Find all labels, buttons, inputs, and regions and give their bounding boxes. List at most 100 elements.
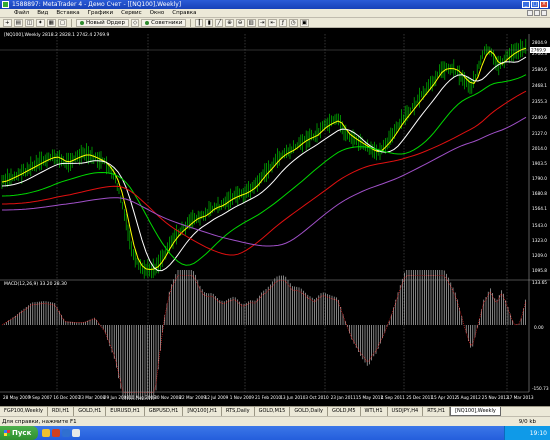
opera-icon[interactable]	[52, 429, 60, 437]
advisors-button[interactable]: Советники	[141, 18, 187, 27]
close-button[interactable]: ×	[540, 1, 548, 8]
autoscroll-button[interactable]: ⇥	[257, 18, 267, 27]
zoom-out-button[interactable]: ⊖	[235, 18, 245, 27]
chart-tab[interactable]: GOLD,M5	[328, 407, 361, 416]
chart-tab[interactable]: RTS,H1	[423, 407, 451, 416]
price-label: 2240.6	[532, 115, 547, 121]
price-label: 1209.0	[532, 253, 547, 259]
chart-tab[interactable]: [NQ100],Weekly	[450, 407, 501, 416]
chart-tab[interactable]: [NQ100],H1	[183, 407, 222, 416]
start-label: Пуск	[12, 429, 32, 437]
price-label: 2355.3	[532, 99, 547, 105]
new-order-label: Новый Ордер	[86, 19, 125, 26]
price-label: 2468.1	[532, 83, 547, 89]
status-bar: Для справки, нажмите F1 9/0 kb	[0, 416, 550, 426]
mdi-close-button[interactable]	[541, 10, 547, 16]
date-label: 17 Mar 2013	[507, 395, 534, 400]
mdi-minimize-button[interactable]	[527, 10, 533, 16]
chart-tabs: FGP100,Weekly RDI,H1 GOLD,H1 EURUSD,H1 GBPUS…	[0, 406, 550, 416]
chart-tab[interactable]: GOLD,M15	[255, 407, 291, 416]
chart-tab[interactable]: GOLD,Daily	[290, 407, 328, 416]
taskbar: Пуск 19:10	[0, 426, 550, 440]
status-help-text: Для справки, нажмите F1	[2, 419, 77, 425]
date-label: 15 May 2011	[356, 395, 384, 400]
date-label: 16 Dec 2007	[53, 395, 80, 400]
mdi-controls	[527, 10, 547, 16]
maximize-button[interactable]: □	[531, 1, 539, 8]
date-label: 22 Mar 2009	[179, 395, 206, 400]
app-icon	[2, 1, 9, 8]
date-label: 15 Apr 2012	[431, 395, 457, 400]
menu-insert[interactable]: Вставка	[56, 10, 79, 16]
start-button[interactable]: Пуск	[0, 426, 38, 440]
date-label: 25 Dec 2011	[406, 395, 433, 400]
toolbar-separator	[190, 18, 192, 27]
macd-label-zero: 0.00	[534, 325, 544, 331]
chart-window[interactable]: [NQ100],Weekly 2818.2 2828.1 2742.4 2769…	[0, 28, 550, 406]
chart-tab[interactable]: FGP100,Weekly	[0, 407, 48, 416]
folder-icon[interactable]	[42, 429, 50, 437]
chart-tab[interactable]: WTI,H1	[361, 407, 388, 416]
chart-shift-button[interactable]: ⇤	[268, 18, 277, 27]
menu-charts[interactable]: Графики	[88, 10, 113, 16]
menu-bar: Файл Вид Вставка Графики Сервис Окно Спр…	[0, 9, 550, 18]
price-label: 2014.0	[532, 146, 547, 152]
new-order-icon	[80, 20, 85, 25]
chart-tab[interactable]: GBPUSD,H1	[145, 407, 184, 416]
metatrader-icon[interactable]	[72, 429, 80, 437]
price-label: 1095.8	[532, 268, 547, 274]
chart-tab[interactable]: USDJPY,H4	[388, 407, 424, 416]
periods-button[interactable]: ◷	[288, 18, 298, 27]
date-label: 12 Jul 2009	[205, 395, 229, 400]
price-label: 1903.5	[532, 161, 547, 167]
date-label: 25 Nov 2012	[482, 395, 509, 400]
chart-tab[interactable]: EURUSD,H1	[106, 407, 145, 416]
date-label: 21 Feb 2010	[255, 395, 281, 400]
date-label: 28 May 2007	[3, 395, 31, 400]
quick-launch	[42, 429, 80, 437]
profiles-button[interactable]: ▤	[13, 18, 23, 27]
clock: 19:10	[529, 429, 547, 437]
price-label: 2700.3	[532, 51, 547, 57]
mdi-restore-button[interactable]	[534, 10, 540, 16]
date-label: 13 Jun 2010	[280, 395, 306, 400]
tile-windows-button[interactable]: ▥	[246, 18, 256, 27]
line-chart-button[interactable]: ╱	[215, 18, 224, 27]
date-label: 23 Mar 2008	[79, 395, 106, 400]
minimize-button[interactable]: _	[522, 1, 530, 8]
price-label: 1564.1	[532, 206, 547, 212]
price-label: 1680.8	[532, 191, 547, 197]
indicators-button[interactable]: ƒ	[278, 18, 287, 27]
menu-tools[interactable]: Сервис	[121, 10, 142, 16]
price-chart[interactable]: [NQ100],Weekly 2818.2 2828.1 2742.4 2769…	[0, 28, 550, 406]
macd-header: MACD(12,26,9) 33.20 28.30	[4, 281, 67, 287]
new-chart-button[interactable]: +	[3, 18, 12, 27]
ma-violet-line	[2, 116, 527, 247]
metaeditor-button[interactable]: ◇	[130, 18, 140, 27]
menu-view[interactable]: Вид	[37, 10, 48, 16]
navigator-button[interactable]: ✦	[36, 18, 45, 27]
zoom-in-button[interactable]: ⊕	[225, 18, 234, 27]
terminal-button[interactable]: ▦	[46, 18, 56, 27]
macd-label-min: -150.73	[532, 386, 549, 392]
chart-header: [NQ100],Weekly 2818.2 2828.1 2742.4 2769…	[4, 32, 110, 38]
price-label: 2804.9	[532, 40, 547, 46]
date-label: 30 Nov 2008	[154, 395, 181, 400]
browser-icon[interactable]	[62, 429, 70, 437]
chart-tab[interactable]: RTS,Daily	[222, 407, 255, 416]
price-label: 2580.6	[532, 67, 547, 73]
menu-window[interactable]: Окно	[150, 10, 165, 16]
bar-chart-button[interactable]: ┃	[195, 18, 204, 27]
menu-help[interactable]: Справка	[172, 10, 196, 16]
templates-button[interactable]: ▣	[299, 18, 309, 27]
menu-file[interactable]: Файл	[14, 10, 29, 16]
chart-tab[interactable]: RDI,H1	[48, 407, 75, 416]
date-label: 9 Sep 2007	[28, 395, 52, 400]
chart-tab[interactable]: GOLD,H1	[74, 407, 107, 416]
toolbar-separator	[71, 18, 73, 27]
candle-chart-button[interactable]: ▮	[205, 18, 214, 27]
new-order-button[interactable]: Новый Ордер	[76, 18, 129, 27]
market-watch-button[interactable]: ◫	[24, 18, 35, 27]
date-label: 4 Sep 2011	[381, 395, 405, 400]
tester-button[interactable]: ▢	[57, 18, 68, 27]
